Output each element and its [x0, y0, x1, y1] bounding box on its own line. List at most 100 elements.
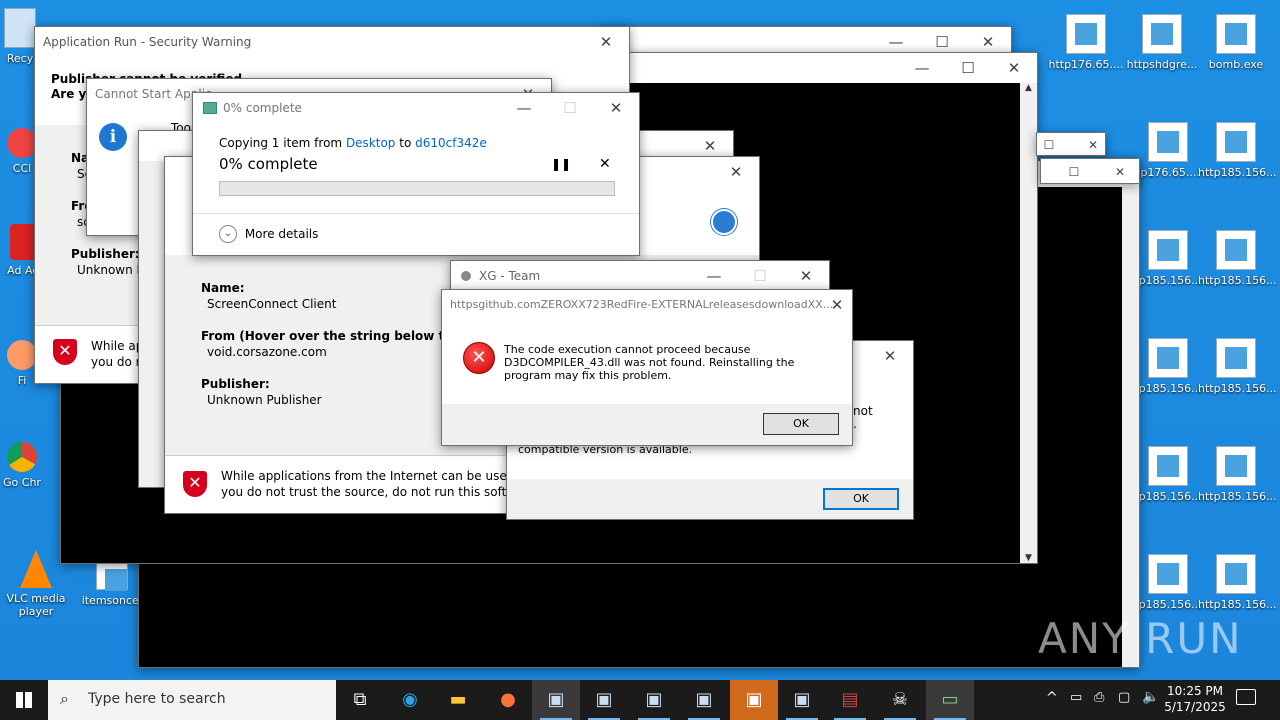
- desktop-icon-label: CCl: [12, 162, 32, 175]
- vertical-scrollbar[interactable]: ▲ ▼: [1020, 83, 1037, 563]
- desktop-icon-chrome[interactable]: Go Chr: [0, 442, 44, 489]
- desktop-icon-label: tp185.156...: [1134, 598, 1202, 611]
- desktop-icon-file[interactable]: http185.156...: [1198, 122, 1277, 179]
- taskbar-app-window[interactable]: ▣: [778, 680, 826, 720]
- desktop-icon-file[interactable]: http185.156...: [1198, 230, 1277, 287]
- file-explorer-icon[interactable]: ▬: [434, 680, 482, 720]
- minimize-button[interactable]: —: [899, 53, 945, 83]
- desktop-icon-file[interactable]: tp185.156...: [1130, 338, 1206, 395]
- minimize-button[interactable]: —: [501, 93, 547, 123]
- task-view-icon[interactable]: ⧉: [336, 680, 384, 720]
- publisher-label: Publisher:: [201, 377, 270, 391]
- network-icon[interactable]: ▢: [1118, 690, 1130, 705]
- search-box[interactable]: ⌕ Type here to search: [48, 680, 336, 720]
- desktop-icon-label: http176.65....: [1048, 58, 1124, 71]
- desktop-icon-file[interactable]: tp185.156...: [1130, 230, 1206, 287]
- vertical-scrollbar[interactable]: [1122, 187, 1139, 667]
- info-icon: i: [99, 123, 127, 151]
- globe-application-icon: [711, 209, 737, 235]
- source-link[interactable]: Desktop: [346, 136, 396, 150]
- desktop-icon-file[interactable]: httpshdgre...: [1124, 14, 1200, 71]
- publisher-label: Publisher:: [71, 247, 140, 261]
- desktop-icon-file[interactable]: http185.156...: [1198, 338, 1277, 395]
- taskbar-app-window[interactable]: ▣: [532, 680, 580, 720]
- pause-button[interactable]: ❚❚: [551, 157, 571, 171]
- firefox-icon: [7, 340, 37, 370]
- maximize-button[interactable]: ☐: [1037, 133, 1061, 155]
- copy-progress-dialog[interactable]: 0% complete — ☐ ✕ Copying 1 item from De…: [192, 92, 640, 256]
- file-icon: [1148, 554, 1188, 594]
- dialog-text-partial: .: [853, 417, 857, 431]
- clock-date: 5/17/2025: [1164, 700, 1226, 714]
- desktop-icon-bomb[interactable]: bomb.exe: [1198, 14, 1274, 71]
- desktop-icon-file[interactable]: http185.156...: [1198, 554, 1277, 611]
- maximize-button[interactable]: ☐: [945, 53, 991, 83]
- console-window-right[interactable]: ☐ ✕: [1036, 132, 1106, 156]
- taskbar-app-window[interactable]: ▣: [580, 680, 628, 720]
- footer-warning-line: you do not trust the source, do not run …: [221, 485, 540, 499]
- desktop-icon-label: http185.156...: [1198, 166, 1277, 179]
- printer-icon[interactable]: ⎙: [1094, 690, 1104, 705]
- taskbar-app-active[interactable]: ▣: [730, 680, 778, 720]
- chevron-up-icon[interactable]: ^: [1046, 690, 1058, 706]
- desktop-icon-file[interactable]: http185.156...: [1198, 446, 1277, 503]
- close-button[interactable]: ✕: [1105, 159, 1135, 183]
- battery-icon[interactable]: ▭: [1070, 690, 1082, 705]
- shield-warning-icon: ✕: [183, 471, 207, 497]
- notification-icon[interactable]: [1236, 689, 1256, 705]
- close-button[interactable]: ✕: [713, 157, 759, 187]
- search-input[interactable]: Type here to search: [88, 691, 226, 707]
- taskbar-app-winrar[interactable]: ▤: [826, 680, 874, 720]
- maximize-button[interactable]: ☐: [737, 261, 783, 289]
- edge-icon[interactable]: ◉: [386, 680, 434, 720]
- taskbar-app-window[interactable]: ▣: [680, 680, 728, 720]
- file-icon: [1216, 446, 1256, 486]
- window-title: XG - Team: [479, 269, 541, 283]
- close-button[interactable]: ✕: [593, 93, 639, 123]
- desktop-icon-label: tp176.65....: [1136, 166, 1200, 179]
- cancel-copy-button[interactable]: ✕: [599, 156, 611, 172]
- xg-team-window[interactable]: XG - Team — ☐ ✕: [450, 260, 830, 290]
- close-button[interactable]: ✕: [783, 261, 829, 289]
- desktop-icon-label: tp185.156...: [1134, 274, 1202, 287]
- close-button[interactable]: ✕: [867, 341, 913, 371]
- more-details-button[interactable]: ⌄ More details: [219, 225, 318, 243]
- firefox-icon[interactable]: ●: [484, 680, 532, 720]
- vlc-icon: [20, 550, 52, 588]
- close-button[interactable]: ✕: [1081, 133, 1105, 155]
- footer-warning-text: While ap: [91, 339, 144, 353]
- desktop-icon-label: http185.156...: [1198, 274, 1277, 287]
- ok-button[interactable]: OK: [823, 488, 899, 510]
- skull-icon[interactable]: ☠: [876, 680, 924, 720]
- destination-link[interactable]: d610cf342e: [415, 136, 487, 150]
- desktop-icon-file[interactable]: tp185.156...: [1130, 446, 1206, 503]
- desktop-icon-label: Go Chr: [3, 476, 41, 489]
- chrome-icon: [7, 442, 37, 472]
- desktop-icon-file[interactable]: tp176.65....: [1130, 122, 1206, 179]
- clock[interactable]: 10:25 PM 5/17/2025: [1164, 683, 1226, 715]
- file-icon: [1216, 554, 1256, 594]
- start-button[interactable]: [0, 680, 48, 720]
- taskbar-app-window[interactable]: ▣: [630, 680, 678, 720]
- percent-status: 0% complete: [219, 155, 318, 173]
- desktop-icon-file[interactable]: http176.65....: [1048, 14, 1124, 71]
- file-icon: [1142, 14, 1182, 54]
- dll-error-dialog[interactable]: httpsgithub.comZEROXX723RedFire-EXTERNAL…: [441, 289, 853, 446]
- dialog-text-partial: not: [853, 404, 873, 418]
- volume-icon[interactable]: 🔈: [1142, 689, 1159, 705]
- console-window-right-2[interactable]: ☐ ✕: [1040, 158, 1140, 184]
- close-button[interactable]: ✕: [583, 27, 629, 57]
- window-title: Application Run - Security Warning: [43, 35, 252, 49]
- ok-button[interactable]: OK: [763, 413, 839, 435]
- minimize-button[interactable]: —: [691, 261, 737, 289]
- desktop-icon-label: VLC media player: [6, 592, 66, 618]
- window-title: 0% complete: [223, 101, 302, 115]
- desktop-icon-file[interactable]: tp185.156...: [1130, 554, 1206, 611]
- close-button[interactable]: ✕: [822, 290, 852, 320]
- taskbar-app-copy[interactable]: ▭: [926, 680, 974, 720]
- maximize-button[interactable]: ☐: [547, 93, 593, 123]
- desktop-icon-label: Fi: [17, 374, 27, 387]
- close-button[interactable]: ✕: [991, 53, 1037, 83]
- desktop: Recy CCl Ad Acr Fi Go Chr VLC media play…: [0, 0, 1280, 680]
- maximize-button[interactable]: ☐: [1059, 159, 1089, 183]
